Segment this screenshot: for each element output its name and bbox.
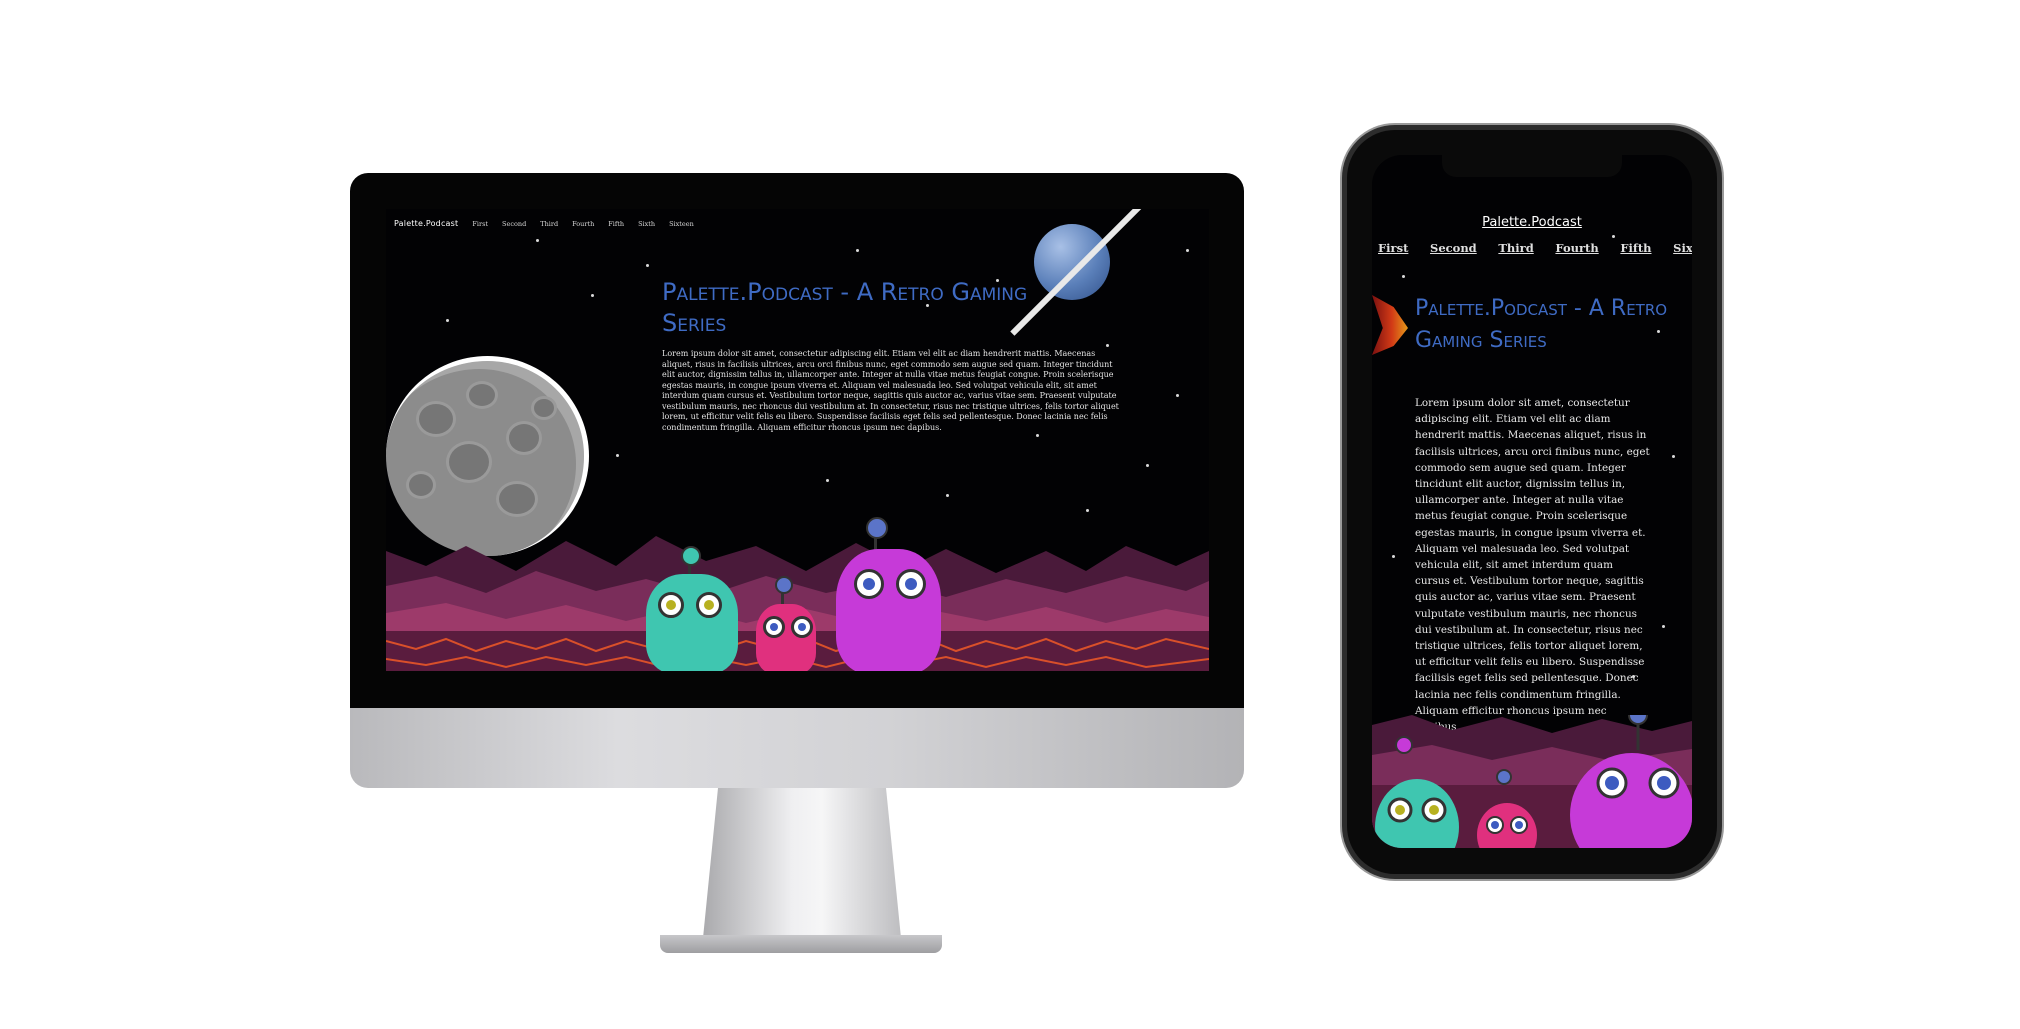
phone-mockup: Palette.Podcast First Second Third Fourt… xyxy=(1347,130,1717,874)
phone-nav-fourth[interactable]: Fourth xyxy=(1555,241,1598,255)
monitor-chin xyxy=(350,708,1244,788)
phone-alien-landscape-image xyxy=(1372,715,1692,848)
nav-link-first[interactable]: First xyxy=(472,220,488,228)
monitor-bezel: Palette.Podcast First Second Third Fourt… xyxy=(350,173,1244,708)
teal-alien-character xyxy=(636,546,746,671)
desktop-screen: Palette.Podcast First Second Third Fourt… xyxy=(386,209,1209,671)
page-title: Palette.Podcast - A Retro Gaming Series xyxy=(662,278,1028,337)
phone-nav-fifth[interactable]: Fifth xyxy=(1620,241,1651,255)
nav-link-fourth[interactable]: Fourth xyxy=(572,220,594,228)
nav-link-fifth[interactable]: Fifth xyxy=(608,220,624,228)
monitor-stand-foot xyxy=(660,935,942,953)
magenta-alien-character xyxy=(826,517,956,671)
nav-link-second[interactable]: Second xyxy=(502,220,526,228)
monitor-stand-neck xyxy=(702,788,902,948)
phone-nav-second[interactable]: Second xyxy=(1430,241,1477,255)
intro-paragraph: Lorem ipsum dolor sit amet, consectetur … xyxy=(662,349,1119,432)
phone-nav-sixth[interactable]: Sixt xyxy=(1673,241,1692,255)
desktop-nav-bar: Palette.Podcast First Second Third Fourt… xyxy=(394,219,694,228)
phone-nav-bar: First Second Third Fourth Fifth Sixt xyxy=(1378,241,1692,255)
nav-link-sixth[interactable]: Sixth xyxy=(638,220,655,228)
phone-screen: Palette.Podcast First Second Third Fourt… xyxy=(1372,155,1692,848)
phone-intro-paragraph: Lorem ipsum dolor sit amet, consectetur … xyxy=(1415,397,1650,733)
desktop-monitor-mockup: Palette.Podcast First Second Third Fourt… xyxy=(350,173,1244,953)
phone-brand-link[interactable]: Palette.Podcast xyxy=(1372,215,1692,230)
nav-link-third[interactable]: Third xyxy=(540,220,558,228)
phone-notch xyxy=(1442,155,1622,177)
pixel-moon-image xyxy=(386,356,589,556)
nav-link-sixteen[interactable]: Sixteen xyxy=(669,220,694,228)
phone-nav-third[interactable]: Third xyxy=(1498,241,1533,255)
brand-link[interactable]: Palette.Podcast xyxy=(394,219,458,228)
pink-alien-character xyxy=(751,576,821,671)
phone-page-title: Palette.Podcast - A Retro Gaming Series xyxy=(1415,296,1668,353)
phone-nav-first[interactable]: First xyxy=(1378,241,1408,255)
